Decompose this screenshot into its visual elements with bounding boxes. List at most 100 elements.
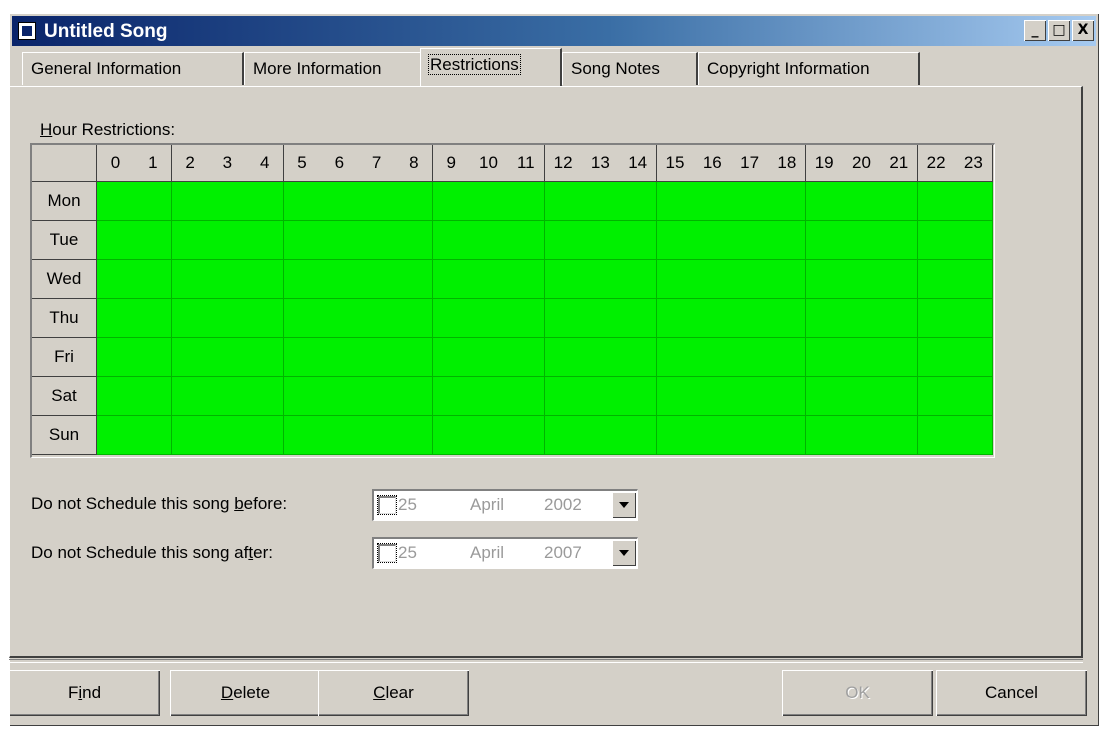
hour-cell-mon-9[interactable] [432,182,471,221]
delete-button[interactable]: Delete [170,670,321,716]
hour-cell-tue-19[interactable] [805,221,844,260]
hour-header-1[interactable]: 1 [134,145,173,182]
hour-restrictions-grid[interactable]: 0 1 2 3 4 5 6 7 8 9 10 11 12 13 14 15 16 17 18 19 20 21 22 23 Mo… [30,143,995,458]
hour-header-14[interactable]: 14 [619,145,658,182]
hour-cell-mon-12[interactable] [544,182,583,221]
hour-header-7[interactable]: 7 [358,145,397,182]
day-header-tue[interactable]: Tue [32,221,97,260]
hour-cell-thu-22[interactable] [917,299,956,338]
hour-cell-thu-13[interactable] [581,299,620,338]
hour-cell-mon-21[interactable] [880,182,919,221]
hour-cell-tue-23[interactable] [954,221,993,260]
tab-general-information[interactable]: General Information [22,52,244,85]
hour-cell-sat-4[interactable] [246,377,285,416]
hour-header-6[interactable]: 6 [320,145,359,182]
hour-cell-fri-1[interactable] [134,338,173,377]
hour-cell-sat-21[interactable] [880,377,919,416]
hour-cell-fri-13[interactable] [581,338,620,377]
hour-cell-tue-17[interactable] [731,221,770,260]
hour-cell-wed-8[interactable] [395,260,434,299]
hour-cell-fri-7[interactable] [358,338,397,377]
hour-cell-tue-2[interactable] [171,221,210,260]
hour-cell-tue-20[interactable] [843,221,881,260]
hour-cell-fri-17[interactable] [731,338,770,377]
hour-cell-sat-8[interactable] [395,377,434,416]
hour-header-22[interactable]: 22 [917,145,956,182]
hour-cell-thu-17[interactable] [731,299,770,338]
hour-cell-sun-7[interactable] [358,416,397,455]
hour-header-4[interactable]: 4 [246,145,285,182]
hour-cell-fri-12[interactable] [544,338,583,377]
hour-cell-tue-9[interactable] [432,221,471,260]
hour-cell-mon-20[interactable] [843,182,881,221]
hour-header-0[interactable]: 0 [97,145,135,182]
hour-cell-tue-1[interactable] [134,221,173,260]
hour-cell-sat-11[interactable] [507,377,546,416]
hour-cell-tue-11[interactable] [507,221,546,260]
hour-cell-sun-15[interactable] [656,416,695,455]
hour-cell-thu-10[interactable] [470,299,508,338]
hour-cell-wed-12[interactable] [544,260,583,299]
hour-cell-tue-8[interactable] [395,221,434,260]
app-icon[interactable] [18,22,36,40]
hour-cell-sun-21[interactable] [880,416,919,455]
hour-cell-thu-6[interactable] [320,299,359,338]
hour-cell-mon-22[interactable] [917,182,956,221]
hour-cell-wed-9[interactable] [432,260,471,299]
hour-cell-wed-17[interactable] [731,260,770,299]
hour-header-5[interactable]: 5 [283,145,322,182]
hour-cell-wed-23[interactable] [954,260,993,299]
hour-header-3[interactable]: 3 [208,145,247,182]
hour-cell-thu-7[interactable] [358,299,397,338]
hour-cell-sun-9[interactable] [432,416,471,455]
hour-cell-sun-18[interactable] [768,416,807,455]
hour-cell-wed-16[interactable] [693,260,732,299]
hour-cell-sun-16[interactable] [693,416,732,455]
day-header-sat[interactable]: Sat [32,377,97,416]
hour-cell-sun-12[interactable] [544,416,583,455]
hour-cell-wed-1[interactable] [134,260,173,299]
hour-cell-sun-8[interactable] [395,416,434,455]
hour-cell-sun-22[interactable] [917,416,956,455]
hour-header-9[interactable]: 9 [432,145,471,182]
hour-cell-wed-19[interactable] [805,260,844,299]
hour-cell-thu-2[interactable] [171,299,210,338]
day-header-wed[interactable]: Wed [32,260,97,299]
before-date-day[interactable]: 25 [398,495,417,515]
before-date-picker[interactable]: 25 April 2002 [372,489,638,521]
hour-cell-sat-12[interactable] [544,377,583,416]
hour-cell-mon-17[interactable] [731,182,770,221]
title-bar[interactable]: Untitled Song _ □ X [12,16,1096,46]
hour-cell-thu-5[interactable] [283,299,322,338]
hour-cell-mon-7[interactable] [358,182,397,221]
hour-cell-thu-1[interactable] [134,299,173,338]
hour-cell-tue-4[interactable] [246,221,285,260]
day-header-fri[interactable]: Fri [32,338,97,377]
hour-cell-thu-18[interactable] [768,299,807,338]
hour-cell-wed-11[interactable] [507,260,546,299]
hour-cell-wed-10[interactable] [470,260,508,299]
hour-cell-fri-11[interactable] [507,338,546,377]
hour-cell-sun-3[interactable] [208,416,247,455]
hour-cell-tue-7[interactable] [358,221,397,260]
hour-cell-fri-19[interactable] [805,338,844,377]
hour-cell-wed-14[interactable] [619,260,658,299]
hour-cell-mon-2[interactable] [171,182,210,221]
hour-cell-fri-10[interactable] [470,338,508,377]
hour-cell-tue-13[interactable] [581,221,620,260]
hour-cell-sun-1[interactable] [134,416,173,455]
hour-cell-fri-8[interactable] [395,338,434,377]
hour-cell-mon-4[interactable] [246,182,285,221]
after-date-day[interactable]: 25 [398,543,417,563]
hour-cell-sat-1[interactable] [134,377,173,416]
hour-cell-fri-23[interactable] [954,338,993,377]
hour-cell-sat-5[interactable] [283,377,322,416]
hour-cell-fri-3[interactable] [208,338,247,377]
hour-cell-thu-15[interactable] [656,299,695,338]
hour-header-23[interactable]: 23 [954,145,993,182]
hour-cell-sat-17[interactable] [731,377,770,416]
hour-cell-wed-15[interactable] [656,260,695,299]
hour-cell-thu-19[interactable] [805,299,844,338]
hour-cell-wed-5[interactable] [283,260,322,299]
hour-cell-thu-20[interactable] [843,299,881,338]
